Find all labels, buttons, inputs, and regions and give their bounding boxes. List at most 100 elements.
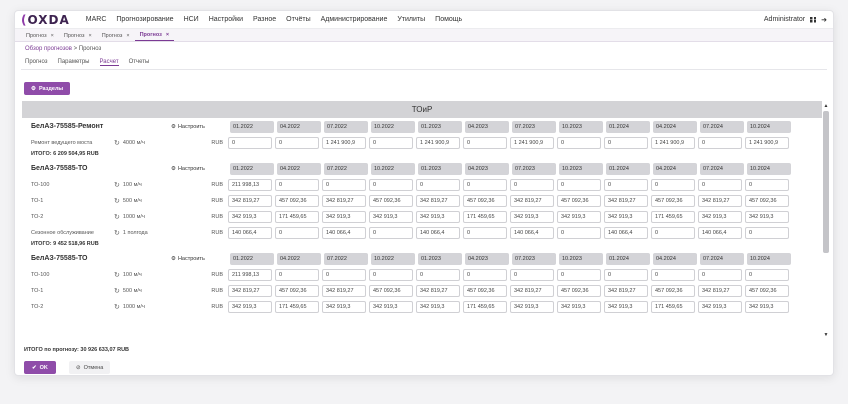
value-input[interactable]: 342 919,3 <box>228 301 272 313</box>
close-icon[interactable]: × <box>51 33 54 39</box>
subtab[interactable]: Прогноз <box>25 59 48 66</box>
refresh-icon[interactable]: ↻ <box>114 197 120 205</box>
value-input[interactable]: 457 092,36 <box>369 195 413 207</box>
value-input[interactable]: 171 459,65 <box>275 211 319 223</box>
value-input[interactable]: 0 <box>604 179 648 191</box>
refresh-icon[interactable]: ↻ <box>114 229 120 237</box>
value-input[interactable]: 140 066,4 <box>228 227 272 239</box>
value-input[interactable]: 342 819,27 <box>322 285 366 297</box>
value-input[interactable]: 0 <box>745 227 789 239</box>
value-input[interactable]: 0 <box>604 269 648 281</box>
scroll-down-icon[interactable]: ▼ <box>823 332 829 338</box>
value-input[interactable]: 342 819,27 <box>416 285 460 297</box>
value-input[interactable]: 0 <box>275 179 319 191</box>
configure-button[interactable]: ⚙ Настроить <box>171 124 227 130</box>
value-input[interactable]: 0 <box>557 227 601 239</box>
menu-item[interactable]: Утилиты <box>397 16 425 23</box>
value-input[interactable]: 0 <box>510 179 554 191</box>
value-input[interactable]: 342 919,3 <box>698 301 742 313</box>
value-input[interactable]: 0 <box>651 269 695 281</box>
value-input[interactable]: 0 <box>463 137 507 149</box>
value-input[interactable]: 457 092,36 <box>745 195 789 207</box>
value-input[interactable]: 342 919,3 <box>604 301 648 313</box>
value-input[interactable]: 342 819,27 <box>698 285 742 297</box>
value-input[interactable]: 342 919,3 <box>557 301 601 313</box>
value-input[interactable]: 0 <box>369 179 413 191</box>
vertical-scrollbar[interactable]: ▲ <box>823 103 829 343</box>
value-input[interactable]: 0 <box>228 137 272 149</box>
value-input[interactable]: 171 459,65 <box>651 301 695 313</box>
value-input[interactable]: 457 092,36 <box>651 195 695 207</box>
value-input[interactable]: 0 <box>698 179 742 191</box>
value-input[interactable]: 0 <box>463 227 507 239</box>
subtab[interactable]: Параметры <box>58 59 90 66</box>
value-input[interactable]: 342 919,3 <box>228 211 272 223</box>
configure-button[interactable]: ⚙ Настроить <box>171 166 227 172</box>
subtab[interactable]: Отчеты <box>129 59 150 66</box>
value-input[interactable]: 457 092,36 <box>463 285 507 297</box>
refresh-icon[interactable]: ↻ <box>114 139 120 147</box>
value-input[interactable]: 457 092,36 <box>557 285 601 297</box>
value-input[interactable]: 342 819,27 <box>604 285 648 297</box>
close-icon[interactable]: × <box>126 33 129 39</box>
value-input[interactable]: 342 919,3 <box>745 301 789 313</box>
value-input[interactable]: 342 919,3 <box>510 211 554 223</box>
value-input[interactable]: 0 <box>557 137 601 149</box>
value-input[interactable]: 140 066,4 <box>698 227 742 239</box>
value-input[interactable]: 140 066,4 <box>510 227 554 239</box>
value-input[interactable]: 0 <box>322 179 366 191</box>
menu-item[interactable]: Администрирование <box>321 16 388 23</box>
value-input[interactable]: 342 819,27 <box>322 195 366 207</box>
value-input[interactable]: 342 919,3 <box>416 301 460 313</box>
sections-button[interactable]: ⚙ Разделы <box>24 82 71 95</box>
value-input[interactable]: 342 919,3 <box>322 301 366 313</box>
value-input[interactable]: 0 <box>369 269 413 281</box>
value-input[interactable]: 211 998,13 <box>228 269 272 281</box>
logo[interactable]: (OXDA <box>21 13 70 27</box>
breadcrumb-link[interactable]: Обзор прогнозов <box>25 46 72 52</box>
scroll-thumb[interactable] <box>823 111 829 253</box>
subtab[interactable]: Расчет <box>99 59 119 66</box>
refresh-icon[interactable]: ↻ <box>114 303 120 311</box>
menu-item[interactable]: НСИ <box>184 16 199 23</box>
value-input[interactable]: 1 241 900,9 <box>745 137 789 149</box>
value-input[interactable]: 0 <box>463 179 507 191</box>
value-input[interactable]: 457 092,36 <box>745 285 789 297</box>
value-input[interactable]: 342 919,3 <box>510 301 554 313</box>
value-input[interactable]: 0 <box>604 137 648 149</box>
value-input[interactable]: 0 <box>275 227 319 239</box>
doc-tab[interactable]: Прогноз × <box>97 33 135 41</box>
logout-icon[interactable]: ➜ <box>821 16 827 24</box>
value-input[interactable]: 140 066,4 <box>416 227 460 239</box>
value-input[interactable]: 1 241 900,9 <box>651 137 695 149</box>
menu-item[interactable]: MARC <box>86 16 107 23</box>
value-input[interactable]: 0 <box>416 179 460 191</box>
value-input[interactable]: 0 <box>275 269 319 281</box>
user-name[interactable]: Administrator <box>764 16 805 23</box>
menu-item[interactable]: Прогнозирование <box>116 16 173 23</box>
value-input[interactable]: 342 919,3 <box>745 211 789 223</box>
value-input[interactable]: 0 <box>369 137 413 149</box>
value-input[interactable]: 342 919,3 <box>604 211 648 223</box>
scroll-up-icon[interactable]: ▲ <box>823 103 829 109</box>
value-input[interactable]: 0 <box>745 269 789 281</box>
value-input[interactable]: 342 919,3 <box>557 211 601 223</box>
value-input[interactable]: 1 241 900,9 <box>322 137 366 149</box>
refresh-icon[interactable]: ↻ <box>114 213 120 221</box>
refresh-icon[interactable]: ↻ <box>114 181 120 189</box>
value-input[interactable]: 0 <box>416 269 460 281</box>
value-input[interactable]: 457 092,36 <box>651 285 695 297</box>
close-icon[interactable]: × <box>166 32 169 38</box>
value-input[interactable]: 342 819,27 <box>228 285 272 297</box>
value-input[interactable]: 0 <box>698 269 742 281</box>
value-input[interactable]: 457 092,36 <box>557 195 601 207</box>
value-input[interactable]: 0 <box>745 179 789 191</box>
apps-grid-icon[interactable] <box>810 16 817 23</box>
value-input[interactable]: 0 <box>698 137 742 149</box>
value-input[interactable]: 342 819,27 <box>416 195 460 207</box>
value-input[interactable]: 342 819,27 <box>604 195 648 207</box>
refresh-icon[interactable]: ↻ <box>114 271 120 279</box>
value-input[interactable]: 0 <box>369 227 413 239</box>
value-input[interactable]: 342 919,3 <box>369 301 413 313</box>
value-input[interactable]: 342 819,27 <box>510 195 554 207</box>
